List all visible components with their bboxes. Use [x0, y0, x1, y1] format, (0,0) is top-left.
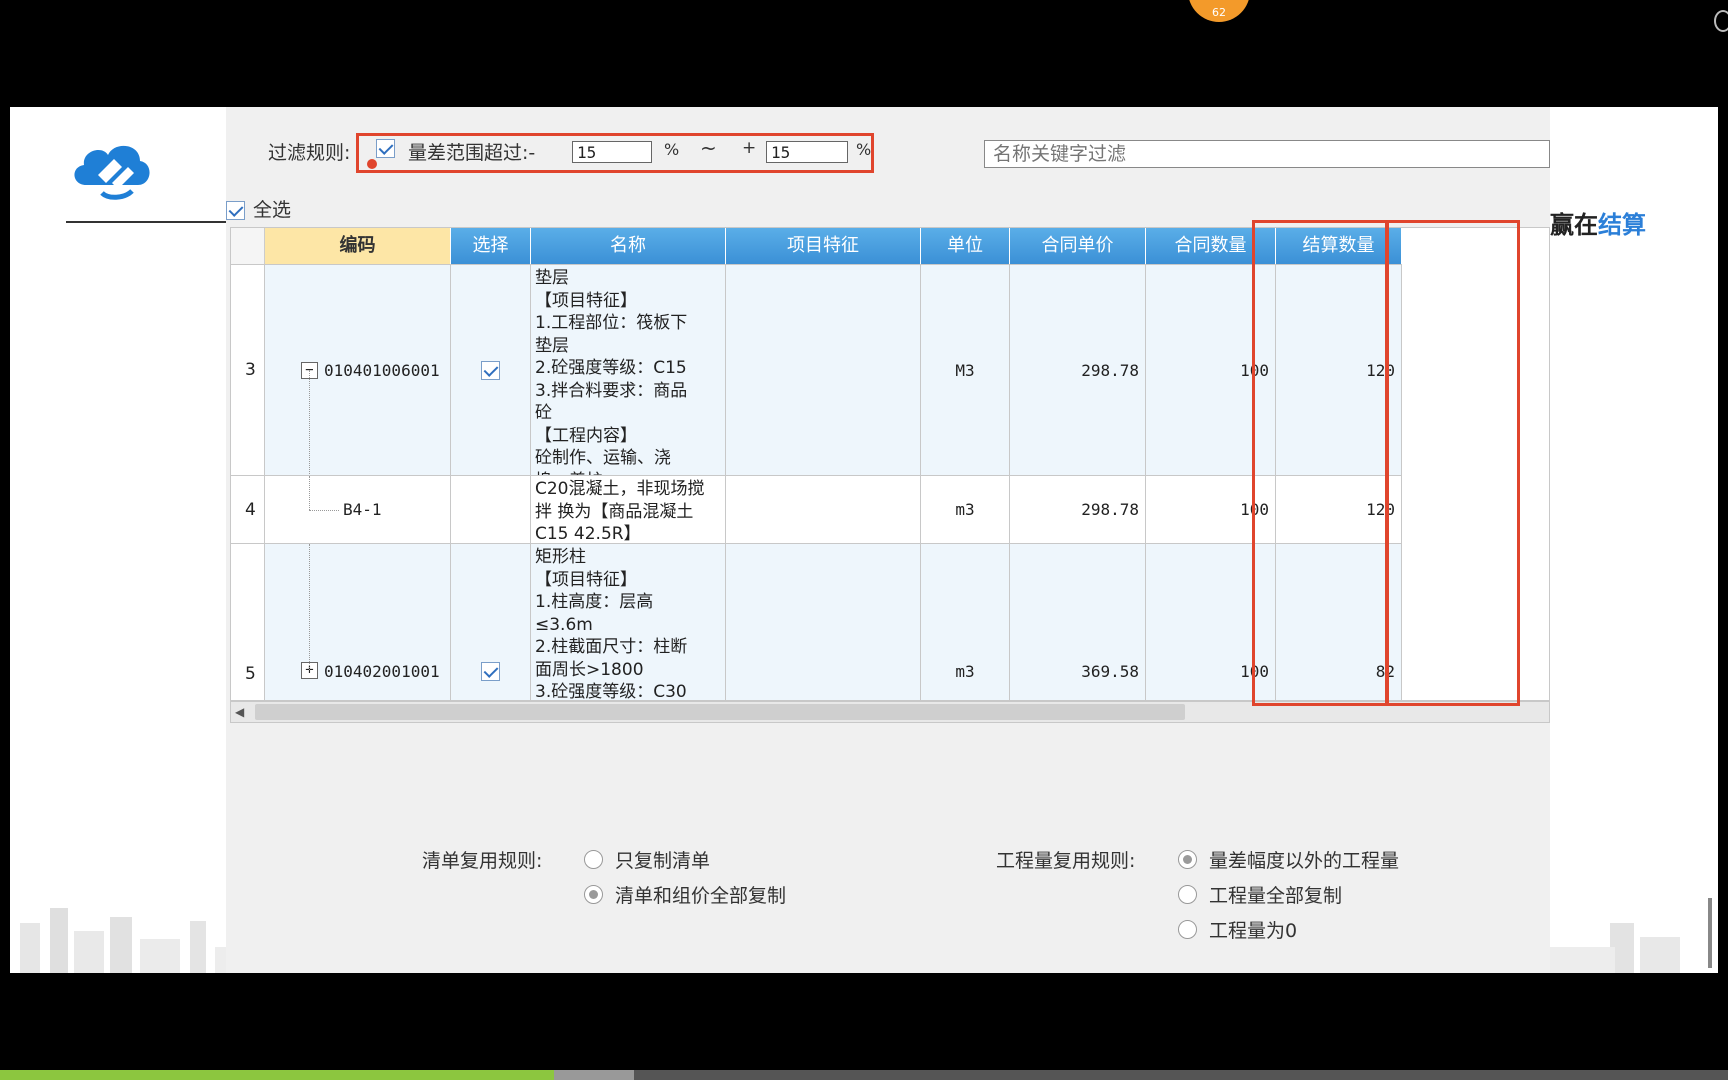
unit-cell: M3: [921, 265, 1010, 475]
contract-price-cell: 369.58: [1010, 544, 1146, 700]
cloud-logo-icon: [74, 145, 150, 200]
header-select[interactable]: 选择: [451, 228, 531, 264]
radio-label: 工程量为0: [1209, 920, 1298, 942]
name-cell: C20混凝土，非现场搅 拌 换为【商品混凝土 C15 42.5R】: [531, 476, 726, 543]
row-checkbox[interactable]: [481, 360, 500, 380]
header-code[interactable]: 编码: [265, 228, 451, 264]
radio-qty-zero[interactable]: 工程量为0: [1178, 916, 1297, 943]
buffer-fill: [554, 1070, 634, 1080]
table-row[interactable]: 3 −010401006001 垫层 【项目特征】 1.工程部位：筏板下 垫层 …: [231, 264, 1402, 475]
radio-button[interactable]: [584, 850, 603, 869]
tree-line: [309, 476, 310, 510]
table-row[interactable]: 4 B4-1 C20混凝土，非现场搅 拌 换为【商品混凝土 C15 42.5R】…: [231, 475, 1402, 543]
header-feature[interactable]: 项目特征: [726, 228, 921, 264]
select-cell[interactable]: [451, 544, 531, 700]
name-cell: 垫层 【项目特征】 1.工程部位：筏板下 垫层 2.砼强度等级：C15 3.拌合…: [531, 265, 726, 475]
radio-button[interactable]: [1178, 920, 1197, 939]
qty-rule-label: 工程量复用规则:: [996, 850, 1136, 872]
logo-divider: [66, 221, 236, 223]
header-unit[interactable]: 单位: [921, 228, 1010, 264]
cursor-dot: [367, 159, 377, 169]
min-percent-unit: %: [664, 140, 680, 159]
select-all[interactable]: 全选: [226, 195, 291, 222]
qty-diff-label: 量差范围超过:-: [408, 142, 536, 164]
header-contract-price[interactable]: 合同单价: [1010, 228, 1146, 264]
name-cell: 矩形柱 【项目特征】 1.柱高度：层高 ≤3.6m 2.柱截面尺寸：柱断 面周长…: [531, 544, 726, 700]
table-row[interactable]: 5 +010402001001 矩形柱 【项目特征】 1.柱高度：层高 ≤3.6…: [231, 543, 1402, 700]
list-rule-label: 清单复用规则:: [422, 850, 543, 872]
unit-cell: m3: [921, 544, 1010, 700]
item-code: 010402001001: [324, 662, 440, 681]
radio-label: 工程量全部复制: [1209, 885, 1343, 907]
contract-price-cell: 298.78: [1010, 265, 1146, 475]
progress-fill: [0, 1070, 554, 1080]
row-index: 5: [231, 544, 265, 700]
code-cell[interactable]: B4-1: [265, 476, 451, 543]
radio-label: 清单和组价全部复制: [615, 885, 787, 907]
radio-button[interactable]: [584, 885, 603, 904]
scroll-left-icon[interactable]: ◀: [235, 705, 244, 719]
radio-label: 只复制清单: [615, 850, 711, 872]
row-checkbox[interactable]: [481, 662, 500, 681]
header-name[interactable]: 名称: [531, 228, 726, 264]
select-all-checkbox[interactable]: [226, 201, 245, 220]
code-cell[interactable]: −010401006001: [265, 265, 451, 475]
header-index: [231, 228, 265, 264]
filter-rule-label: 过滤规则:: [268, 142, 351, 164]
max-percent-input[interactable]: [766, 141, 848, 163]
side-scrollbar[interactable]: [1708, 898, 1712, 968]
radio-list-only[interactable]: 只复制清单: [584, 846, 710, 873]
contract-price-cell: 298.78: [1010, 476, 1146, 543]
feature-cell: [726, 265, 921, 475]
tree-branch: [309, 509, 339, 511]
tree-line: [309, 544, 310, 670]
video-progress-bar[interactable]: [0, 1070, 1728, 1080]
item-code: 010401006001: [324, 360, 440, 380]
qty-diff-checkbox[interactable]: [376, 139, 395, 158]
feature-cell: [726, 476, 921, 543]
radio-button[interactable]: [1178, 850, 1197, 869]
min-percent-input[interactable]: [572, 141, 652, 163]
item-code: B4-1: [343, 500, 382, 519]
radio-qty-copy-all[interactable]: 工程量全部复制: [1178, 881, 1342, 908]
contract-qty-highlight: [1252, 220, 1388, 706]
range-tilde: ~: [700, 136, 717, 160]
tree-line: [309, 370, 310, 475]
select-all-label: 全选: [253, 199, 292, 221]
code-cell[interactable]: +010402001001: [265, 544, 451, 700]
select-cell[interactable]: [451, 476, 531, 543]
radio-button[interactable]: [1178, 885, 1197, 904]
settle-qty-highlight: [1386, 220, 1520, 706]
keyword-filter-input[interactable]: [984, 140, 1550, 168]
badge: 62: [1188, 0, 1250, 22]
max-percent-unit: %: [856, 140, 872, 159]
copy-rules-dialog: 过滤规则: 量差范围超过:- % ~ + % 全选 编码 选择 名称 项目特征 …: [226, 107, 1550, 973]
unit-cell: m3: [921, 476, 1010, 543]
row-index: 4: [231, 476, 265, 543]
corner-icon: [1714, 10, 1728, 32]
select-cell[interactable]: [451, 265, 531, 475]
screen: 赢在结算 过滤规则: 量差范围超过:- % ~ + % 全选 编码 选择 名称 …: [10, 107, 1718, 973]
row-index: 3: [231, 265, 265, 475]
radio-label: 量差幅度以外的工程量: [1209, 850, 1400, 872]
table-header: 编码 选择 名称 项目特征 单位 合同单价 合同数量 结算数量: [231, 228, 1402, 264]
scroll-thumb[interactable]: [255, 704, 1185, 720]
feature-cell: [726, 544, 921, 700]
radio-list-and-pricing[interactable]: 清单和组价全部复制: [584, 881, 786, 908]
brand-slogan: 赢在结算: [1550, 211, 1646, 239]
plus-sign: +: [742, 138, 757, 158]
radio-qty-outside-range[interactable]: 量差幅度以外的工程量: [1178, 846, 1399, 873]
